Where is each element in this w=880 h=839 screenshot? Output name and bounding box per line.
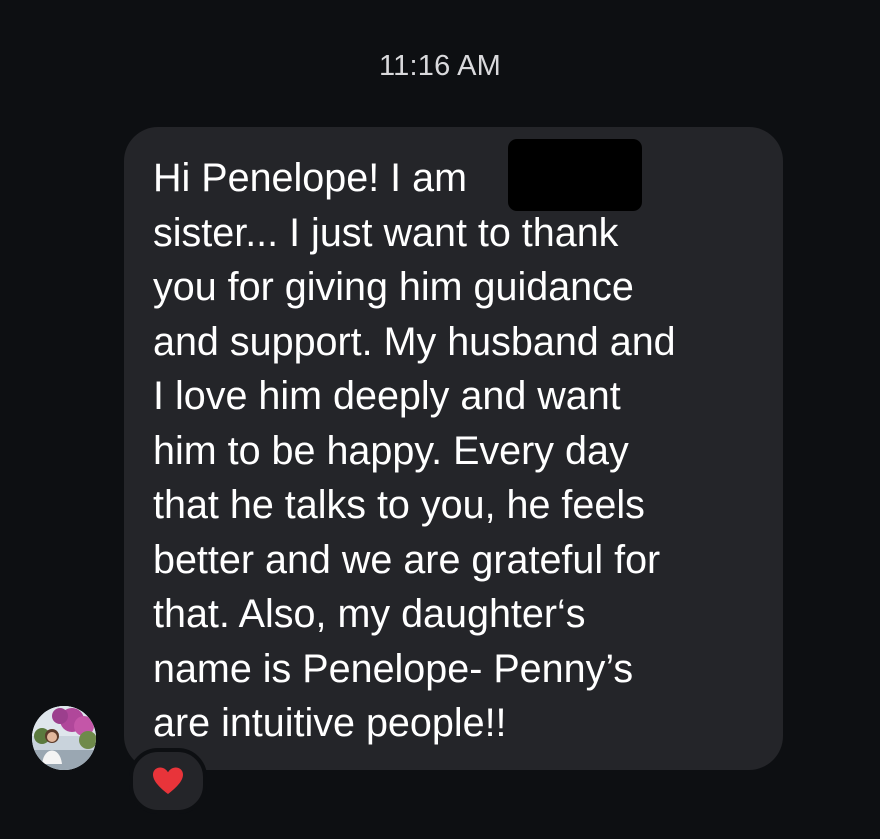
incoming-message-bubble[interactable]: Hi Penelope! I am sister... I just want … — [124, 127, 783, 770]
message-timestamp: 11:16 AM — [379, 50, 501, 82]
message-text: Hi Penelope! I am sister... I just want … — [153, 156, 676, 745]
sender-avatar[interactable] — [32, 706, 96, 770]
heart-reaction[interactable] — [129, 748, 207, 814]
redaction-block — [508, 139, 642, 211]
message-thread: 11:16 AM Hi Penelope! I am sister... I j… — [0, 0, 880, 839]
profile-photo-icon — [32, 706, 96, 770]
red-heart-icon — [153, 767, 183, 794]
